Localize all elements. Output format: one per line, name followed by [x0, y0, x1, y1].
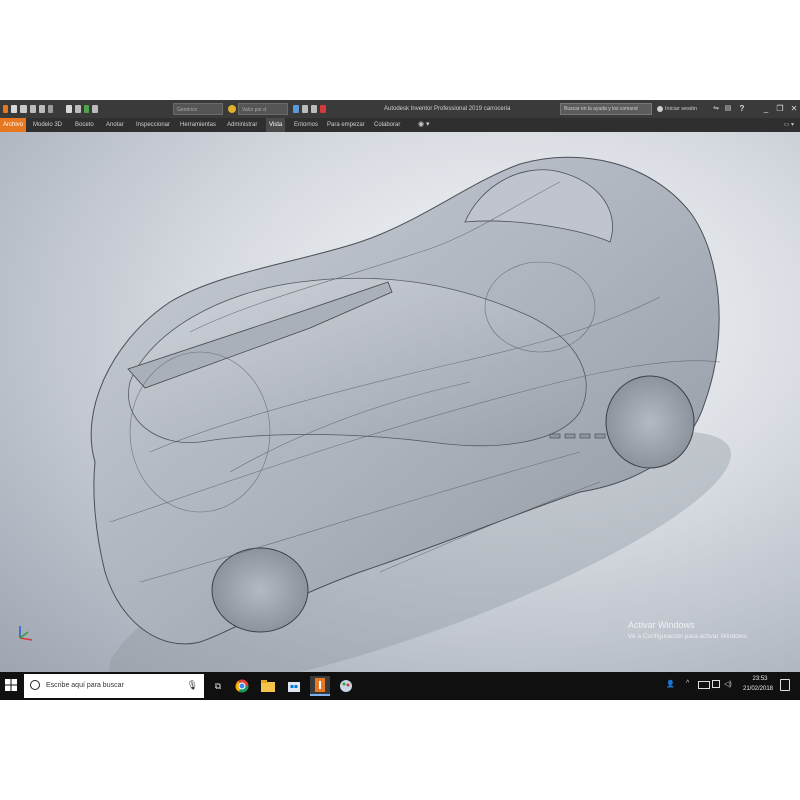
open-file-icon[interactable] [20, 105, 27, 113]
undo-icon[interactable] [39, 105, 45, 113]
screen: Genérico Valor por d Autodesk Inventor P… [0, 100, 800, 700]
help-button[interactable]: ? [736, 100, 748, 118]
new-file-icon[interactable] [11, 105, 17, 113]
activation-watermark-title: Activar Windows [628, 620, 695, 630]
app-title: Autodesk Inventor Professional 2019 carr… [384, 106, 511, 112]
tab-herramientas[interactable]: Herramientas [180, 118, 216, 132]
clock-time[interactable]: 23:53 [742, 676, 778, 682]
tab-para-empezar[interactable]: Para empezar [327, 118, 365, 132]
inventor-taskbar-icon[interactable] [310, 676, 330, 696]
restore-button[interactable]: ❐ [774, 100, 786, 118]
appearance-sphere-icon[interactable] [228, 105, 236, 113]
exchange-icon[interactable]: ⇋ [710, 100, 722, 118]
side-vent [549, 433, 561, 439]
inventor-logo-icon[interactable] [3, 105, 8, 113]
tab-boceto[interactable]: Boceto [75, 118, 94, 132]
title-bar: Genérico Valor por d Autodesk Inventor P… [0, 100, 800, 118]
sign-in-button[interactable]: Iniciar sesión [657, 100, 697, 118]
volume-icon[interactable]: ◁) [724, 680, 732, 688]
ribbon-tabs: Archivo Modelo 3D Boceto Anotar Inspecci… [0, 118, 800, 132]
y-axis-line [19, 631, 29, 639]
store-icon[interactable] [284, 676, 304, 696]
activation-watermark-subtitle: Ve a Configuración para activar Windows. [628, 633, 749, 640]
cortana-icon [30, 680, 40, 690]
clear-icon[interactable] [302, 105, 308, 113]
paint-icon[interactable] [336, 676, 356, 696]
tab-archivo[interactable]: Archivo [0, 118, 27, 132]
close-button[interactable]: ✕ [788, 100, 800, 118]
show-hidden-icons[interactable]: ^ [686, 680, 689, 687]
home-icon[interactable] [66, 105, 72, 113]
windows-start-icon[interactable] [4, 678, 18, 692]
side-vent [579, 433, 591, 439]
network-icon[interactable] [712, 680, 720, 688]
tab-modelo-3d[interactable]: Modelo 3D [33, 118, 62, 132]
tab-entornos[interactable]: Entornos [294, 118, 318, 132]
file-explorer-icon[interactable] [258, 676, 278, 696]
help-search-input[interactable]: Buscar en la ayuda y los comand [560, 103, 652, 115]
store-icon[interactable]: ▤ [722, 100, 734, 118]
side-vent [564, 433, 576, 439]
chrome-icon[interactable] [232, 676, 252, 696]
tab-administrar[interactable]: Administrar [227, 118, 257, 132]
windows-taskbar: Escribe aquí para buscar 🎙 ⧉ 👤 ^ ◁) 23:5… [0, 672, 800, 700]
graphics-viewport[interactable]: Activar Windows Ve a Configuración para … [0, 132, 800, 672]
clock-date[interactable]: 21/02/2018 [738, 686, 778, 692]
notification-center-icon[interactable] [780, 679, 790, 691]
task-view-icon[interactable]: ⧉ [208, 676, 228, 696]
add-icon[interactable] [320, 105, 326, 113]
microphone-icon[interactable]: 🎙 [187, 680, 198, 691]
measure-icon[interactable] [92, 105, 98, 113]
car-body-model [90, 156, 732, 672]
minimize-button[interactable]: _ [760, 100, 772, 118]
ribbon-minimize-icon[interactable]: ▭ ▾ [784, 118, 794, 132]
side-vent [594, 433, 606, 439]
appearance-field[interactable]: Valor por d [238, 103, 288, 115]
material-field[interactable]: Genérico [173, 103, 223, 115]
params-icon[interactable] [311, 105, 317, 113]
redo-icon[interactable] [48, 105, 53, 113]
update-icon[interactable] [75, 105, 81, 113]
sign-in-label: Iniciar sesión [665, 106, 698, 112]
tab-colaborar[interactable]: Colaborar [374, 118, 400, 132]
select-icon[interactable] [84, 105, 89, 113]
front-wheel [211, 547, 309, 633]
people-icon[interactable]: 👤 [666, 680, 675, 688]
taskbar-search-input[interactable]: Escribe aquí para buscar 🎙 [24, 674, 204, 698]
adjust-icon[interactable] [293, 105, 299, 113]
tab-vista[interactable]: Vista [266, 118, 286, 132]
battery-icon[interactable] [698, 681, 710, 689]
tab-anotar[interactable]: Anotar [106, 118, 124, 132]
search-placeholder: Escribe aquí para buscar [46, 682, 124, 689]
user-icon [657, 105, 663, 112]
view-axis-triad [19, 626, 33, 641]
save-icon[interactable] [30, 105, 36, 113]
rear-wheel [605, 375, 695, 469]
ribbon-options-icon[interactable]: ◉ ▾ [418, 118, 430, 132]
tab-inspeccionar[interactable]: Inspeccionar [136, 118, 170, 132]
x-axis-line [19, 637, 33, 641]
